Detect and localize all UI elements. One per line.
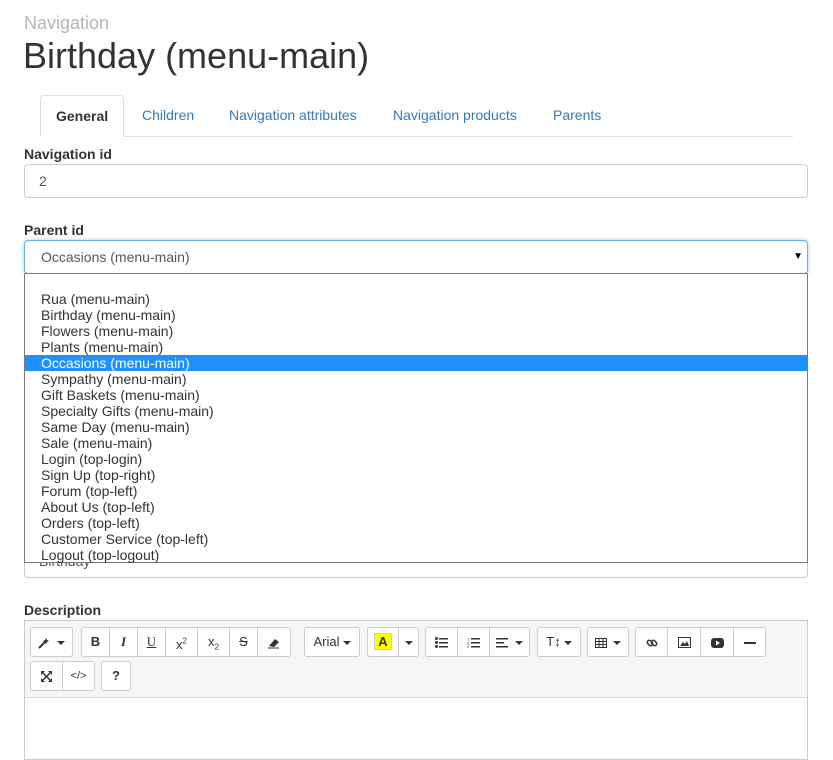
table-icon — [594, 634, 611, 649]
link-icon — [646, 634, 658, 649]
subscript-button[interactable]: x2 — [197, 627, 230, 657]
video-icon — [710, 634, 724, 649]
tab-parents[interactable]: Parents — [538, 95, 616, 135]
unordered-list-button[interactable] — [425, 627, 458, 657]
dropdown-option[interactable]: Same Day (menu-main) — [25, 419, 807, 435]
tab-bar: General Children Navigation attributes N… — [40, 95, 793, 137]
italic-button[interactable]: I — [109, 627, 138, 657]
insert-picture-button[interactable] — [667, 627, 701, 657]
dropdown-option[interactable]: About Us (top-left) — [25, 499, 807, 515]
strikethrough-icon: S — [239, 634, 248, 649]
align-left-icon — [496, 634, 512, 649]
eraser-icon — [267, 634, 281, 649]
dropdown-option[interactable]: Flowers (menu-main) — [25, 323, 807, 339]
parent-id-label: Parent id — [24, 222, 84, 238]
dropdown-option[interactable]: Sign Up (top-right) — [25, 467, 807, 483]
line-height-button[interactable]: T↕ — [537, 627, 581, 657]
font-name-label: Arial — [313, 634, 340, 649]
tab-children[interactable]: Children — [127, 95, 209, 135]
tab-navigation-attributes[interactable]: Navigation attributes — [214, 95, 372, 135]
description-label: Description — [24, 602, 102, 618]
parent-id-select[interactable]: Occasions (menu-main) ▼ — [24, 240, 808, 274]
parent-id-dropdown-list[interactable]: Rua (menu-main) Birthday (menu-main) Flowe… — [24, 273, 808, 563]
navigation-id-input[interactable]: 2 — [24, 164, 808, 198]
highlight-color-button[interactable]: A — [367, 627, 399, 657]
dropdown-option[interactable]: Occasions (menu-main) — [25, 355, 807, 371]
horizontal-rule-button[interactable] — [733, 627, 766, 657]
caret-down-icon: ▼ — [793, 251, 803, 262]
dropdown-option[interactable]: Forum (top-left) — [25, 483, 807, 499]
caret-icon — [514, 640, 523, 645]
ordered-list-button[interactable]: 123 — [457, 627, 490, 657]
parent-id-selected-value: Occasions (menu-main) — [41, 249, 190, 265]
insert-link-button[interactable] — [635, 627, 668, 657]
font-name-button[interactable]: Arial — [304, 627, 360, 657]
page-title: Birthday (menu-main) — [23, 35, 370, 76]
subscript-icon: x2 — [208, 634, 219, 652]
dropdown-option[interactable]: Orders (top-left) — [25, 515, 807, 531]
picture-icon — [677, 634, 691, 649]
magic-wand-icon — [38, 634, 54, 649]
caret-icon — [404, 640, 413, 645]
dropdown-option[interactable]: Birthday (menu-main) — [25, 307, 807, 323]
superscript-button[interactable]: x2 — [165, 627, 198, 657]
editor-content-area[interactable] — [25, 698, 807, 758]
code-icon: </> — [70, 670, 87, 682]
svg-text:3: 3 — [467, 644, 470, 648]
dropdown-option[interactable]: Login (top-login) — [25, 451, 807, 467]
dropdown-option[interactable]: Plants (menu-main) — [25, 339, 807, 355]
ordered-list-icon: 123 — [467, 634, 480, 649]
paragraph-align-button[interactable] — [489, 627, 530, 657]
tab-general[interactable]: General — [40, 95, 125, 137]
fullscreen-button[interactable] — [30, 661, 63, 691]
caret-icon — [563, 640, 572, 645]
horizontal-rule-icon — [743, 634, 756, 649]
caret-icon — [613, 640, 622, 645]
dropdown-option[interactable]: Sympathy (menu-main) — [25, 371, 807, 387]
description-editor: B I U x2 x2 S Arial A 1 2 3 T↕ </> ? — [24, 620, 808, 760]
color-dropdown-button[interactable] — [398, 627, 419, 657]
dropdown-option[interactable]: Gift Baskets (menu-main) — [25, 387, 807, 403]
breadcrumb: Navigation — [24, 13, 110, 33]
clear-format-button[interactable] — [257, 627, 291, 657]
dropdown-option[interactable]: Customer Service (top-left) — [25, 531, 807, 547]
navigation-id-label: Navigation id — [24, 146, 112, 162]
help-button[interactable]: ? — [101, 661, 131, 691]
insert-video-button[interactable] — [700, 627, 734, 657]
dropdown-option[interactable]: Rua (menu-main) — [25, 291, 807, 307]
style-button[interactable] — [30, 627, 73, 657]
highlight-icon: A — [374, 633, 392, 650]
dropdown-option[interactable]: Specialty Gifts (menu-main) — [25, 403, 807, 419]
caret-icon — [342, 640, 351, 645]
underline-button[interactable]: U — [137, 627, 166, 657]
dropdown-option[interactable]: Logout (top-logout) — [25, 547, 807, 563]
bold-button[interactable]: B — [81, 627, 110, 657]
tab-navigation-products[interactable]: Navigation products — [378, 95, 532, 135]
dropdown-option[interactable]: Sale (menu-main) — [25, 435, 807, 451]
strikethrough-button[interactable]: S — [229, 627, 258, 657]
editor-toolbar: B I U x2 x2 S Arial A 1 2 3 T↕ </> ? — [25, 621, 807, 698]
table-button[interactable] — [587, 627, 629, 657]
expand-icon — [41, 668, 52, 683]
superscript-icon: x2 — [176, 637, 187, 653]
caret-icon — [56, 640, 65, 645]
code-view-button[interactable]: </> — [62, 661, 95, 691]
text-height-icon: T↕ — [546, 634, 561, 649]
unordered-list-icon — [435, 634, 448, 649]
